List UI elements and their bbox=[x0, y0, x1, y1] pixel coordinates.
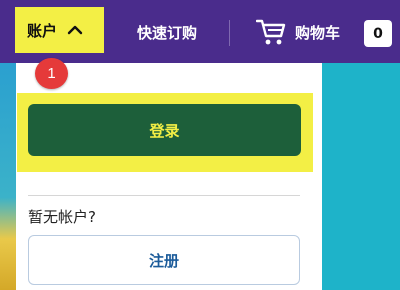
cart-label: 购物车 bbox=[295, 23, 341, 42]
shopping-cart-icon bbox=[256, 19, 286, 45]
cart-link[interactable]: 购物车 bbox=[256, 16, 340, 48]
login-button[interactable]: 登录 bbox=[28, 104, 301, 156]
step-annotation-badge: 1 bbox=[35, 58, 68, 89]
page-background-image bbox=[0, 58, 16, 290]
cart-count-badge[interactable]: 0 bbox=[364, 20, 392, 47]
page-background-banner bbox=[322, 58, 400, 290]
chevron-up-icon bbox=[67, 25, 83, 35]
no-account-text: 暂无帐户? bbox=[28, 208, 96, 226]
register-button[interactable]: 注册 bbox=[28, 235, 300, 285]
account-menu-toggle[interactable]: 账户 bbox=[15, 7, 104, 53]
menu-separator bbox=[28, 195, 300, 196]
header-divider bbox=[229, 20, 230, 46]
quick-order-link[interactable]: 快速订购 bbox=[137, 22, 197, 43]
account-label: 账户 bbox=[27, 21, 58, 40]
